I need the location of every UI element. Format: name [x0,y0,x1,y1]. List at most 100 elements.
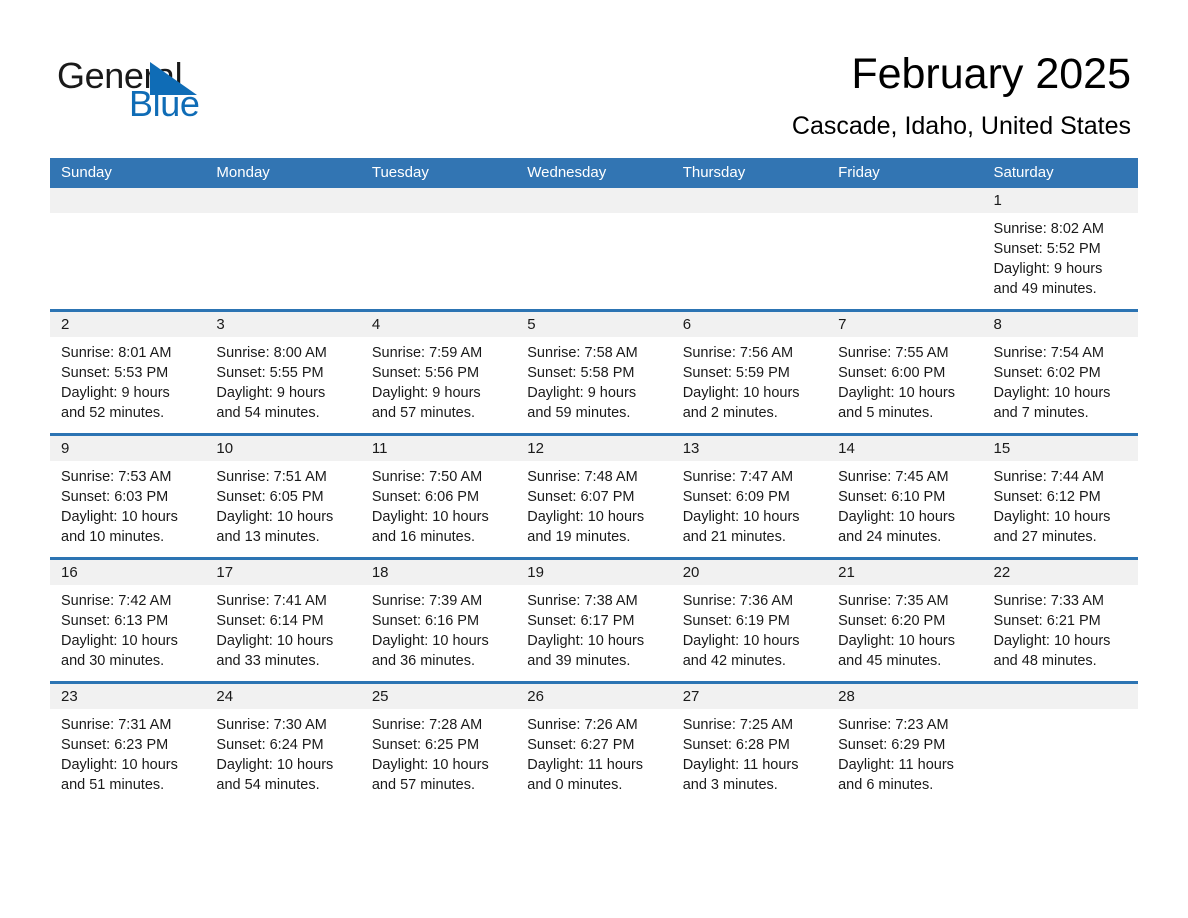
daylight-text-line2: and 21 minutes. [682,529,786,545]
daylight-text-line1: Daylight: 10 hours [216,757,334,773]
day-details: Sunrise: 7:47 AM Sunset: 6:09 PM Daylight:… [671,461,828,557]
day-number: 25 [371,688,389,705]
day-number-band: 10 [205,436,361,461]
calendar-week-row: 16 Sunrise: 7:42 AM Sunset: 6:13 PM Dayligh… [50,557,1138,681]
calendar-day-cell[interactable]: 20 Sunrise: 7:36 AM Sunset: 6:19 PM Dayligh… [671,560,828,681]
sunrise-text: Sunrise: 7:33 AM [993,593,1104,609]
day-number-band [827,188,983,213]
calendar-day-cell[interactable]: 25 Sunrise: 7:28 AM Sunset: 6:25 PM Dayligh… [360,684,517,805]
day-number: 16 [61,564,78,581]
day-details [982,709,1138,725]
calendar-cell-empty [50,188,206,309]
day-number: 15 [993,440,1011,457]
calendar-day-cell[interactable]: 27 Sunrise: 7:25 AM Sunset: 6:28 PM Dayligh… [671,684,828,805]
sunrise-text: Sunrise: 7:38 AM [527,593,638,609]
day-details: Sunrise: 7:31 AM Sunset: 6:23 PM Daylight:… [50,709,206,805]
day-number-band: 17 [205,560,361,585]
daylight-text-line1: Daylight: 10 hours [838,509,955,525]
daylight-text-line1: Daylight: 10 hours [993,509,1111,525]
calendar-day-cell[interactable]: 9 Sunrise: 7:53 AM Sunset: 6:03 PM Daylight… [50,436,206,557]
daylight-text-line2: and 54 minutes. [216,777,320,793]
day-number: 2 [61,316,70,333]
day-number: 19 [527,564,544,581]
calendar-day-cell[interactable]: 8 Sunrise: 7:54 AM Sunset: 6:02 PM Daylight… [982,312,1138,433]
calendar-day-cell[interactable]: 12 Sunrise: 7:48 AM Sunset: 6:07 PM Dayligh… [516,436,672,557]
calendar-day-cell[interactable]: 15 Sunrise: 7:44 AM Sunset: 6:12 PM Dayligh… [982,436,1138,557]
day-number-band: 8 [982,312,1138,337]
calendar-day-cell[interactable]: 23 Sunrise: 7:31 AM Sunset: 6:23 PM Dayligh… [50,684,206,805]
calendar-day-cell[interactable]: 28 Sunrise: 7:23 AM Sunset: 6:29 PM Dayligh… [827,684,983,805]
daylight-text-line1: Daylight: 10 hours [371,757,489,773]
day-details: Sunrise: 8:00 AM Sunset: 5:55 PM Daylight:… [205,337,361,433]
daylight-text-line2: and 52 minutes. [61,405,165,421]
day-number-band: 16 [50,560,206,585]
day-details: Sunrise: 7:35 AM Sunset: 6:20 PM Daylight:… [827,585,983,681]
calendar-day-cell[interactable]: 5 Sunrise: 7:58 AM Sunset: 5:58 PM Daylight… [516,312,672,433]
day-number-band: 4 [360,312,517,337]
calendar-day-cell[interactable]: 14 Sunrise: 7:45 AM Sunset: 6:10 PM Dayligh… [827,436,983,557]
calendar-day-cell[interactable]: 22 Sunrise: 7:33 AM Sunset: 6:21 PM Dayligh… [982,560,1138,681]
day-number-band [516,188,672,213]
day-number-band [360,188,517,213]
calendar-day-cell[interactable]: 10 Sunrise: 7:51 AM Sunset: 6:05 PM Dayligh… [205,436,361,557]
calendar-day-cell[interactable]: 19 Sunrise: 7:38 AM Sunset: 6:17 PM Dayligh… [516,560,672,681]
day-details: Sunrise: 8:02 AM Sunset: 5:52 PM Daylight:… [982,213,1138,309]
week-cells: 2 Sunrise: 8:01 AM Sunset: 5:53 PM Daylight… [50,312,1138,433]
calendar-day-cell[interactable]: 4 Sunrise: 7:59 AM Sunset: 5:56 PM Daylight… [360,312,517,433]
calendar-day-cell[interactable]: 13 Sunrise: 7:47 AM Sunset: 6:09 PM Dayligh… [671,436,828,557]
day-number-band: 14 [827,436,983,461]
day-number: 23 [61,688,78,705]
sunset-text: Sunset: 6:12 PM [993,489,1101,505]
day-details: Sunrise: 7:23 AM Sunset: 6:29 PM Daylight:… [827,709,983,805]
day-details [360,213,517,229]
day-number-band: 1 [982,188,1138,213]
day-number: 14 [838,440,855,457]
sunset-text: Sunset: 6:10 PM [838,489,946,505]
daylight-text-line2: and 19 minutes. [527,529,631,545]
calendar-day-cell[interactable]: 3 Sunrise: 8:00 AM Sunset: 5:55 PM Daylight… [205,312,361,433]
daylight-text-line1: Daylight: 9 hours [216,385,326,401]
day-details: Sunrise: 7:38 AM Sunset: 6:17 PM Daylight:… [516,585,672,681]
calendar-day-cell[interactable]: 18 Sunrise: 7:39 AM Sunset: 6:16 PM Dayligh… [360,560,517,681]
calendar-week-row: 23 Sunrise: 7:31 AM Sunset: 6:23 PM Dayligh… [50,681,1138,805]
calendar-day-cell[interactable]: 26 Sunrise: 7:26 AM Sunset: 6:27 PM Dayligh… [516,684,672,805]
weekday-header-row: Sunday Monday Tuesday Wednesday Thursday Frid… [50,158,1138,188]
day-details: Sunrise: 7:54 AM Sunset: 6:02 PM Daylight:… [982,337,1138,433]
daylight-text-line2: and 0 minutes. [527,777,623,793]
day-details: Sunrise: 7:42 AM Sunset: 6:13 PM Daylight:… [50,585,206,681]
weekday-header-sunday: Sunday [61,164,112,181]
calendar-day-cell[interactable]: 11 Sunrise: 7:50 AM Sunset: 6:06 PM Dayligh… [360,436,517,557]
calendar-grid: Sunday Monday Tuesday Wednesday Thursday Frid… [50,158,1138,805]
page-header: General Blue February 2025 Cascade, Idah… [0,0,1188,155]
sunset-text: Sunset: 5:52 PM [993,241,1101,257]
daylight-text-line1: Daylight: 9 hours [993,261,1103,277]
sunrise-text: Sunrise: 8:01 AM [61,345,172,361]
calendar-day-cell[interactable]: 16 Sunrise: 7:42 AM Sunset: 6:13 PM Dayligh… [50,560,206,681]
calendar-day-cell[interactable]: 21 Sunrise: 7:35 AM Sunset: 6:20 PM Dayligh… [827,560,983,681]
day-number-band: 7 [827,312,983,337]
sunrise-text: Sunrise: 7:36 AM [682,593,794,609]
calendar-day-cell[interactable]: 24 Sunrise: 7:30 AM Sunset: 6:24 PM Dayligh… [205,684,361,805]
sunset-text: Sunset: 5:56 PM [371,365,480,381]
day-details: Sunrise: 7:55 AM Sunset: 6:00 PM Daylight:… [827,337,983,433]
general-blue-logo[interactable]: General Blue [57,54,317,126]
day-number-band: 19 [516,560,672,585]
calendar-day-cell[interactable]: 2 Sunrise: 8:01 AM Sunset: 5:53 PM Daylight… [50,312,206,433]
sunrise-text: Sunrise: 7:23 AM [838,717,949,733]
day-number: 4 [371,316,381,333]
calendar-day-cell[interactable]: 1 Sunrise: 8:02 AM Sunset: 5:52 PM Daylight… [982,188,1138,309]
sunset-text: Sunset: 5:55 PM [216,365,324,381]
calendar-week-row: 9 Sunrise: 7:53 AM Sunset: 6:03 PM Daylight… [50,433,1138,557]
sunrise-text: Sunrise: 7:35 AM [838,593,949,609]
sunrise-text: Sunrise: 7:51 AM [216,469,327,485]
sunset-text: Sunset: 6:20 PM [838,613,946,629]
calendar-day-cell[interactable]: 7 Sunrise: 7:55 AM Sunset: 6:00 PM Daylight… [827,312,983,433]
day-number-band: 28 [827,684,983,709]
calendar-day-cell[interactable]: 17 Sunrise: 7:41 AM Sunset: 6:14 PM Dayligh… [205,560,361,681]
sunrise-text: Sunrise: 7:56 AM [682,345,794,361]
daylight-text-line2: and 59 minutes. [527,405,631,421]
day-details: Sunrise: 7:45 AM Sunset: 6:10 PM Daylight:… [827,461,983,557]
calendar-day-cell[interactable]: 6 Sunrise: 7:56 AM Sunset: 5:59 PM Daylight… [671,312,828,433]
day-details [516,213,672,229]
daylight-text-line2: and 13 minutes. [216,529,320,545]
